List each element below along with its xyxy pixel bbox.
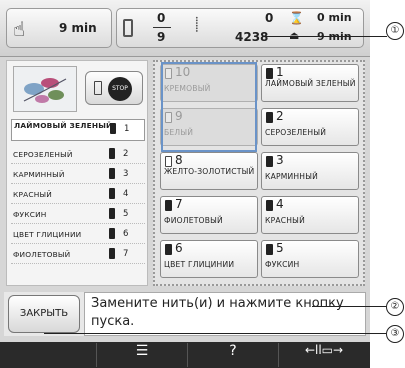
spool-icon <box>165 244 172 255</box>
sewing-order-panel: STOP ЛАЙМОВЫЙ ЗЕЛЕНЫЙ 1 СЕРОЗЕЛЕНЫЙ 2 КА… <box>6 60 148 286</box>
color-total: 9 <box>157 30 166 44</box>
design-preview <box>23 78 67 103</box>
sequence-row-1: ЛАЙМОВЫЙ ЗЕЛЕНЫЙ 1 <box>11 119 145 141</box>
needle-tile-8[interactable]: 8 ЖЕЛТО-ЗОЛОТИСТЫЙ <box>160 152 258 190</box>
needle-tile-4[interactable]: 4 КРАСНЫЙ <box>261 196 359 234</box>
embroidery-screen: ☝ 9 min 0 9 ⸽ 0 4238 ⌛ 0 min ⏏ 9 min <box>0 0 370 368</box>
stitch-count-icon: ⸽ <box>195 17 199 33</box>
needle-tile-7[interactable]: 7 ФИОЛЕТОВЫЙ <box>160 196 258 234</box>
close-button[interactable]: ЗАКРЫТЬ <box>8 295 80 333</box>
embroidery-thumbnail <box>13 66 77 112</box>
help-icon[interactable]: ? <box>188 343 279 367</box>
color-list-icon[interactable]: ☰ <box>97 343 188 367</box>
spool-icon <box>109 248 115 259</box>
callout-3: ③ <box>386 325 404 343</box>
thread-cut-icon[interactable]: ←ll▭→ <box>279 343 369 367</box>
spool-icon <box>266 112 273 123</box>
needle-tile-3[interactable]: 3 КАРМИННЫЙ <box>261 152 359 190</box>
sequence-row-2: СЕРОЗЕЛЕНЫЙ 2 <box>11 145 145 164</box>
spool-icon <box>266 244 273 255</box>
needle-tile-2[interactable]: 2 СЕРОЗЕЛЕНЫЙ <box>261 108 359 146</box>
spool-icon <box>110 123 116 134</box>
spool-icon <box>165 156 172 167</box>
stitch-current: 0 <box>265 11 274 25</box>
callout-1: ① <box>386 22 404 40</box>
spool-icon <box>109 188 115 199</box>
color-divider <box>153 27 171 28</box>
color-current: 0 <box>157 11 166 25</box>
sequence-row-6: ЦВЕТ ГЛИЦИНИИ 6 <box>11 225 145 244</box>
stop-icon: STOP <box>108 77 132 101</box>
callout-line-2 <box>312 306 386 307</box>
hourglass-icon: ⌛ <box>289 11 304 25</box>
time-remaining: 0 min <box>317 11 352 24</box>
bottom-toolbar: ☰ ? ←ll▭→ <box>0 342 370 368</box>
spool-icon <box>165 200 172 211</box>
sequence-row-4: КРАСНЫЙ 4 <box>11 185 145 204</box>
callout-2: ② <box>386 298 404 316</box>
hand-stitch-icon: ☝ <box>13 17 26 41</box>
needle-tile-6[interactable]: 6 ЦВЕТ ГЛИЦИНИИ <box>160 240 258 278</box>
stitch-total: 4238 <box>235 30 269 44</box>
spool-icon <box>109 148 115 159</box>
progress-panel: 0 9 ⸽ 0 4238 ⌛ 0 min ⏏ 9 min <box>116 8 364 48</box>
message-text: Замените нить(и) и нажмите кнопку пуска. <box>84 292 366 336</box>
spool-icon <box>266 200 273 211</box>
spool-icon <box>109 208 115 219</box>
spool-icon <box>266 68 273 79</box>
total-time-panel: ☝ 9 min <box>6 8 112 48</box>
sequence-row-3: КАРМИННЫЙ 3 <box>11 165 145 184</box>
spool-icon <box>123 19 133 37</box>
needle-tile-5[interactable]: 5 ФУКСИН <box>261 240 359 278</box>
sequence-row-7: ФИОЛЕТОВЫЙ 7 <box>11 245 145 264</box>
spool-icon <box>266 156 273 167</box>
sequence-row-5: ФУКСИН 5 <box>11 205 145 224</box>
spool-icon <box>94 81 102 95</box>
callout-line-3 <box>44 333 386 334</box>
stop-button[interactable]: STOP <box>85 71 143 105</box>
spool-icon <box>109 228 115 239</box>
status-bar: ☝ 9 min 0 9 ⸽ 0 4238 ⌛ 0 min ⏏ 9 min <box>0 0 370 57</box>
callout-line-1 <box>262 36 387 37</box>
total-time-value: 9 min <box>59 21 97 35</box>
blank-button[interactable] <box>0 343 97 367</box>
spool-icon <box>109 168 115 179</box>
completed-needles-highlight <box>161 62 257 152</box>
needle-tile-1[interactable]: 1 ЛАЙМОВЫЙ ЗЕЛЕНЫЙ <box>261 64 359 102</box>
